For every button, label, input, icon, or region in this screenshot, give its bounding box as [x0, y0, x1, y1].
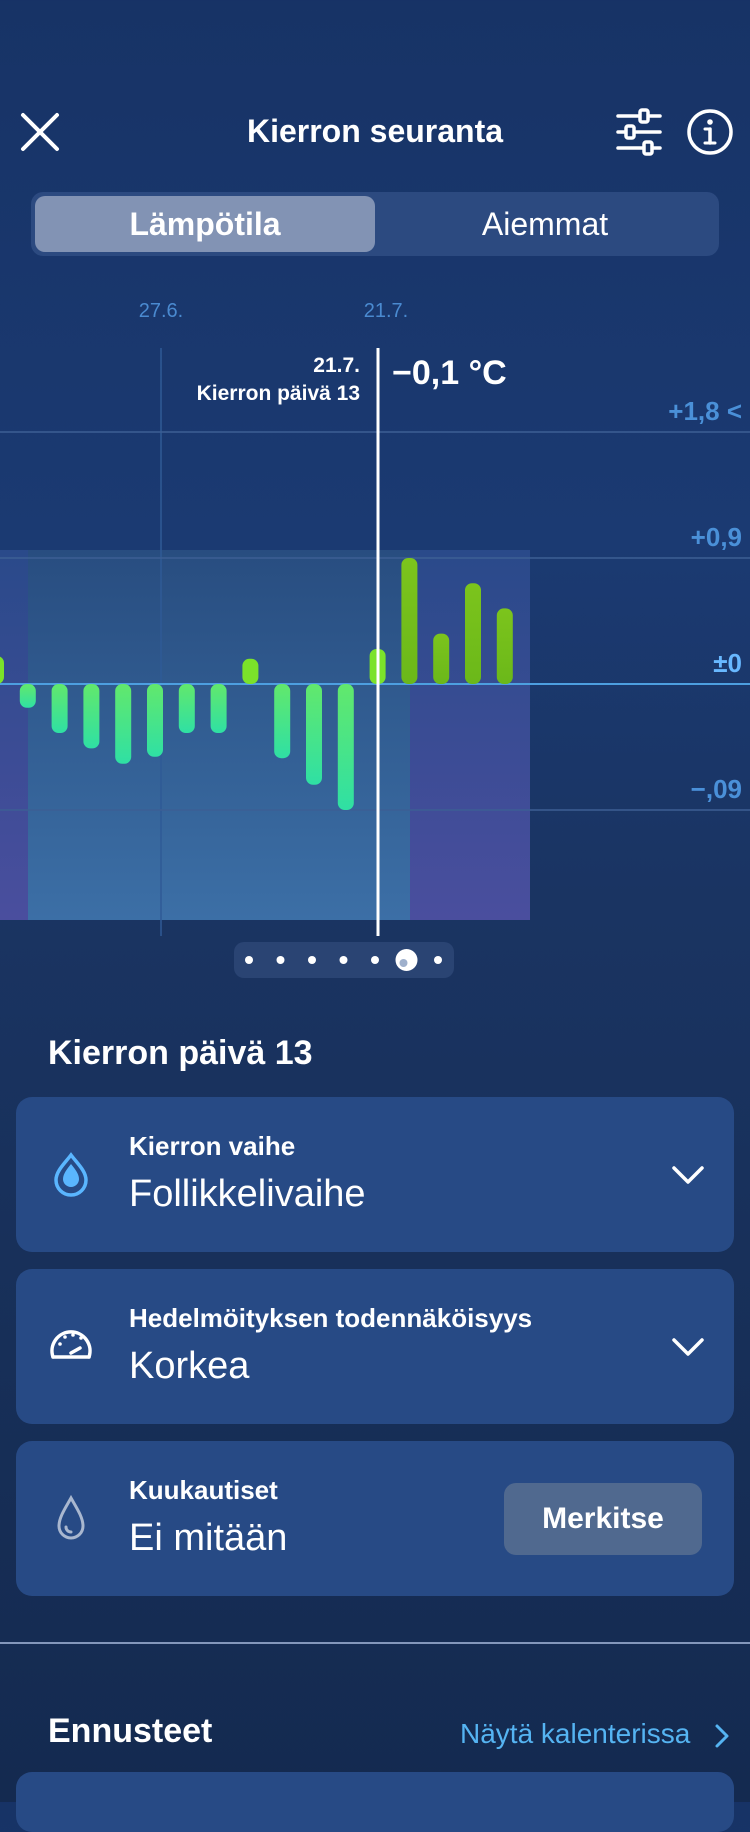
temperature-bar[interactable] [210, 684, 227, 733]
forecast-title: Ennusteet [48, 1712, 213, 1750]
mark-button[interactable]: Merkitse [504, 1483, 702, 1555]
temperature-bar[interactable] [51, 684, 68, 733]
chevron-down-icon[interactable] [668, 1327, 708, 1367]
pager-dot[interactable] [339, 956, 348, 964]
view-tabs: Lämpötila Aiemmat [31, 192, 719, 256]
temperature-bar[interactable] [274, 684, 291, 759]
temperature-chart[interactable]: 27.6. 21.7. +1,8 < +0,9 ±0 −,09 21.7. Kierr… [0, 280, 750, 940]
info-button[interactable] [686, 108, 734, 156]
card-label: Hedelmöityksen todennäköisyys [129, 1303, 533, 1333]
pager-dot[interactable] [276, 956, 285, 964]
temperature-bar[interactable] [465, 583, 481, 684]
selected-date: 21.7. [313, 354, 360, 377]
show-in-calendar-link[interactable]: Näytä kalenterissa [460, 1718, 690, 1750]
temperature-bar[interactable] [433, 633, 450, 684]
y-tick-label: +1,8 < [668, 396, 742, 426]
card-value: Ei mitään [129, 1517, 288, 1559]
chevron-down-icon[interactable] [668, 1155, 708, 1195]
temperature-bar[interactable] [19, 684, 36, 708]
card-label: Kuukautiset [129, 1475, 278, 1505]
cycle-phase-card[interactable]: Kierron vaihe Follikkelivaihe [16, 1097, 734, 1252]
card-label: Kierron vaihe [129, 1131, 296, 1161]
tab-history[interactable]: Aiemmat [375, 196, 715, 252]
filter-button[interactable] [614, 108, 664, 156]
pager-dot-inner [399, 959, 408, 967]
temperature-bar[interactable] [0, 656, 4, 684]
y-tick-label: ±0 [713, 648, 742, 678]
temperature-bar[interactable] [306, 684, 322, 785]
pager-dot[interactable] [245, 956, 253, 964]
y-tick-label: −,09 [691, 774, 742, 804]
x-tick-label: 21.7. [364, 300, 408, 322]
temperature-bar[interactable] [115, 684, 132, 764]
pager-dot[interactable] [308, 956, 316, 964]
outline-drop-icon [46, 1493, 96, 1543]
card-value: Korkea [129, 1345, 250, 1387]
card-value: Follikkelivaihe [129, 1173, 366, 1215]
forecast-card[interactable] [16, 1772, 734, 1832]
selected-value: −0,1 °C [392, 354, 507, 392]
temperature-bar[interactable] [147, 684, 163, 757]
sliders-icon [616, 108, 662, 156]
y-tick-label: +0,9 [691, 522, 742, 552]
pager-dot[interactable] [371, 956, 379, 964]
tab-temperature[interactable]: Lämpötila [35, 196, 375, 252]
temperature-bar[interactable] [496, 608, 513, 684]
x-tick-label: 27.6. [139, 300, 183, 322]
gauge-icon [46, 1321, 96, 1371]
temperature-bar[interactable] [83, 684, 100, 749]
drop-icon [46, 1149, 96, 1199]
divider [0, 1642, 750, 1644]
info-icon [687, 109, 733, 155]
selected-cycle-day: Kierron päivä 13 [197, 382, 360, 405]
temperature-bar[interactable] [401, 558, 418, 684]
chevron-right-icon[interactable] [712, 1722, 732, 1750]
pager-dot[interactable] [434, 956, 442, 964]
fertility-card[interactable]: Hedelmöityksen todennäköisyys Korkea [16, 1269, 734, 1424]
past-period-shade [0, 550, 28, 920]
chart-pager[interactable] [234, 942, 454, 978]
period-card: Kuukautiset Ei mitään Merkitse [16, 1441, 734, 1596]
temperature-bar[interactable] [178, 684, 195, 733]
temperature-bar[interactable] [337, 684, 354, 810]
section-title: Kierron päivä 13 [48, 1034, 313, 1072]
pager-dot-active[interactable] [395, 949, 418, 971]
temperature-bar[interactable] [242, 658, 259, 684]
